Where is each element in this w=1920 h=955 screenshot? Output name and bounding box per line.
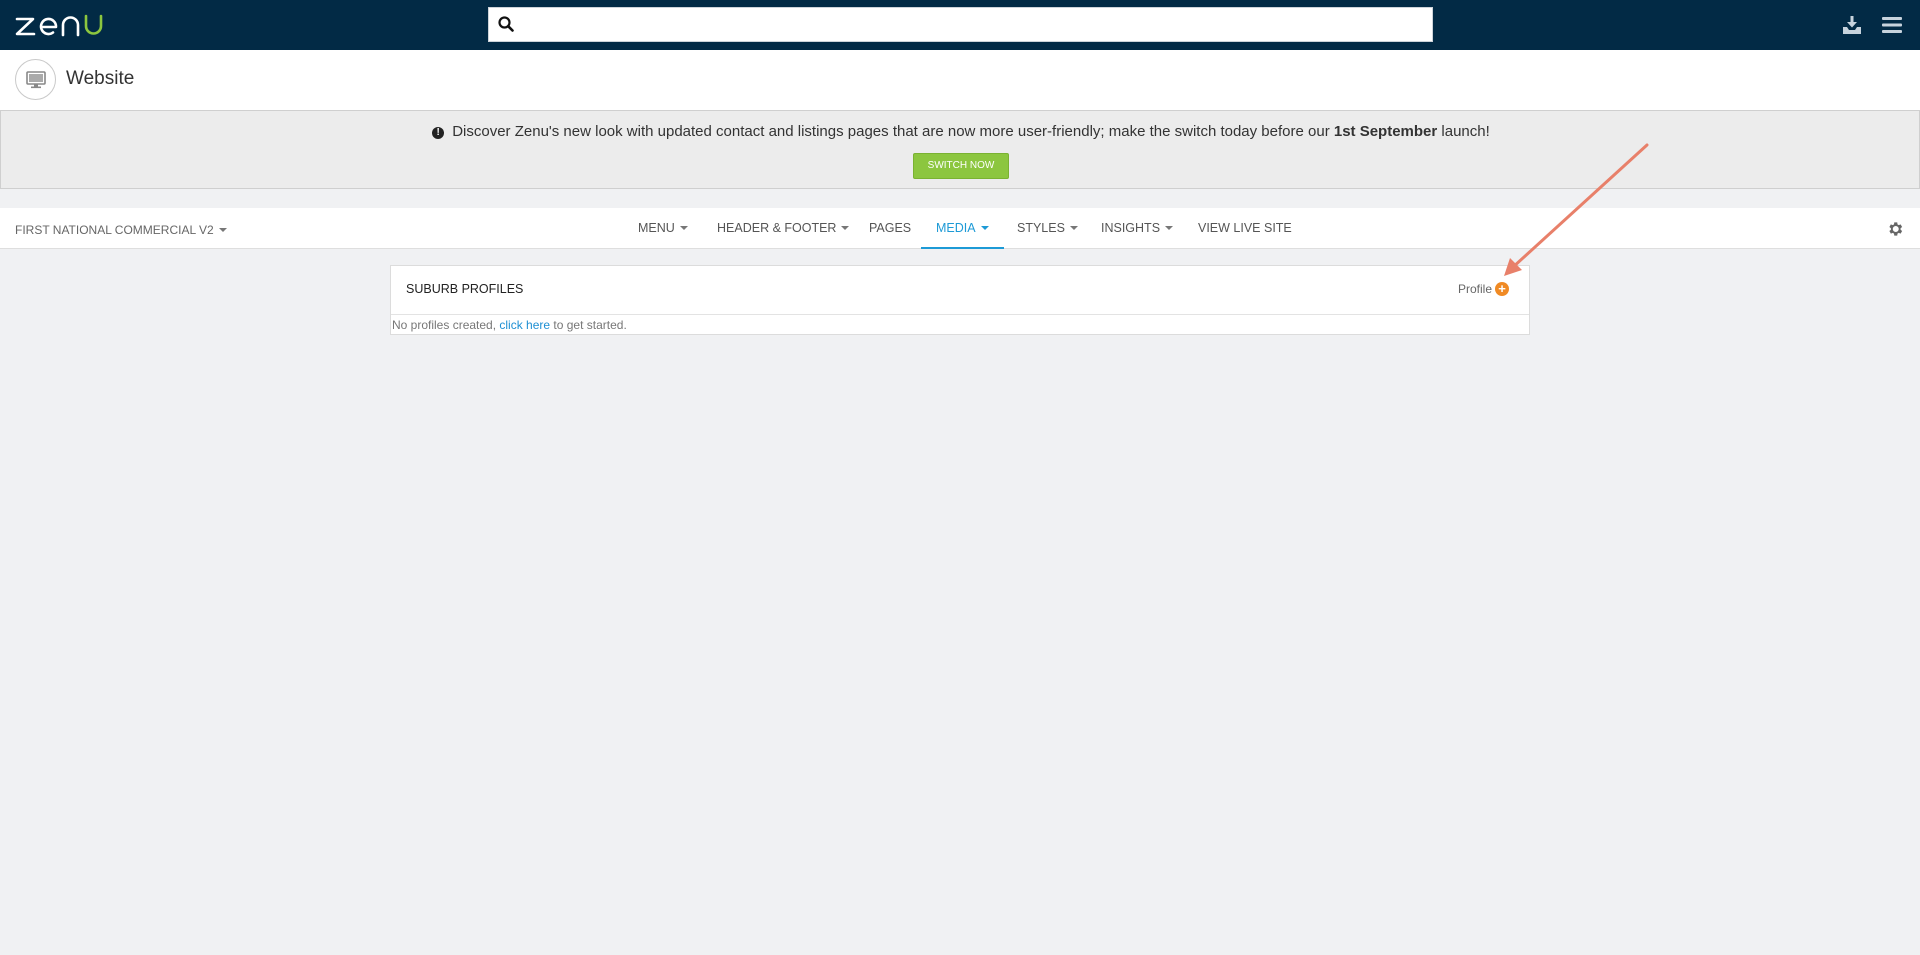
chevron-down-icon xyxy=(841,226,850,230)
site-selector-label: FIRST NATIONAL COMMERCIAL V2 xyxy=(15,223,214,237)
search-icon xyxy=(498,16,514,37)
download-icon[interactable] xyxy=(1842,15,1862,40)
suburb-profiles-panel: SUBURB PROFILES Profile + No profiles cre… xyxy=(390,265,1530,335)
add-profile-label: Profile xyxy=(1457,282,1492,296)
nav-header-footer[interactable]: HEADER & FOOTER xyxy=(702,208,864,249)
announcement-date: 1st September xyxy=(1333,123,1438,140)
chevron-down-icon xyxy=(1165,226,1174,230)
announcement-text: ! Discover Zenu's new look with updated c… xyxy=(1,123,1920,140)
info-exclamation-icon: ! xyxy=(432,127,445,139)
nav-media-label: MEDIA xyxy=(936,221,976,235)
plus-circle-icon[interactable]: + xyxy=(1495,282,1509,296)
gear-icon[interactable] xyxy=(1886,220,1904,243)
nav-styles[interactable]: STYLES xyxy=(1002,208,1093,249)
empty-state-message: No profiles created, click here to get s… xyxy=(392,318,627,332)
search-box[interactable] xyxy=(488,7,1433,42)
annotation-arrow xyxy=(1504,143,1649,276)
empty-text-after: to get started. xyxy=(550,318,627,332)
chevron-down-icon xyxy=(679,226,688,230)
nav-view-live-site[interactable]: VIEW LIVE SITE xyxy=(1183,208,1307,249)
nav-view-live-site-label: VIEW LIVE SITE xyxy=(1198,221,1292,235)
nav-insights[interactable]: INSIGHTS xyxy=(1086,208,1188,249)
nav-pages-label: PAGES xyxy=(869,221,912,235)
zenu-logo[interactable] xyxy=(14,12,106,38)
monitor-icon xyxy=(26,71,46,89)
nav-styles-label: STYLES xyxy=(1017,221,1065,235)
chevron-down-icon xyxy=(218,228,227,232)
nav-media[interactable]: MEDIA xyxy=(921,208,1004,249)
announcement-text-after: launch! xyxy=(1437,123,1490,140)
announcement-text-before: Discover Zenu's new look with updated co… xyxy=(452,123,1334,140)
panel-title: SUBURB PROFILES xyxy=(406,282,524,296)
chevron-down-icon xyxy=(1069,226,1078,230)
nav-menu-label: MENU xyxy=(638,221,675,235)
nav-header-footer-label: HEADER & FOOTER xyxy=(717,221,837,235)
page-title: Website xyxy=(66,68,135,89)
click-here-link[interactable]: click here xyxy=(499,318,550,332)
site-selector-dropdown[interactable]: FIRST NATIONAL COMMERCIAL V2 xyxy=(15,223,227,237)
panel-divider xyxy=(391,314,1529,315)
add-profile-button[interactable]: Profile + xyxy=(1458,282,1509,296)
hamburger-menu-icon[interactable] xyxy=(1882,16,1902,39)
nav-insights-label: INSIGHTS xyxy=(1101,221,1161,235)
switch-now-button[interactable]: SWITCH NOW xyxy=(913,153,1009,179)
search-input[interactable] xyxy=(523,8,1428,41)
nav-pages[interactable]: PAGES xyxy=(854,208,926,249)
chevron-down-icon xyxy=(980,226,989,230)
empty-text-before: No profiles created, xyxy=(392,318,500,332)
page-header: Website xyxy=(0,50,1920,110)
nav-menu[interactable]: MENU xyxy=(623,208,703,249)
top-bar xyxy=(0,0,1920,50)
page-icon-circle xyxy=(15,59,56,100)
